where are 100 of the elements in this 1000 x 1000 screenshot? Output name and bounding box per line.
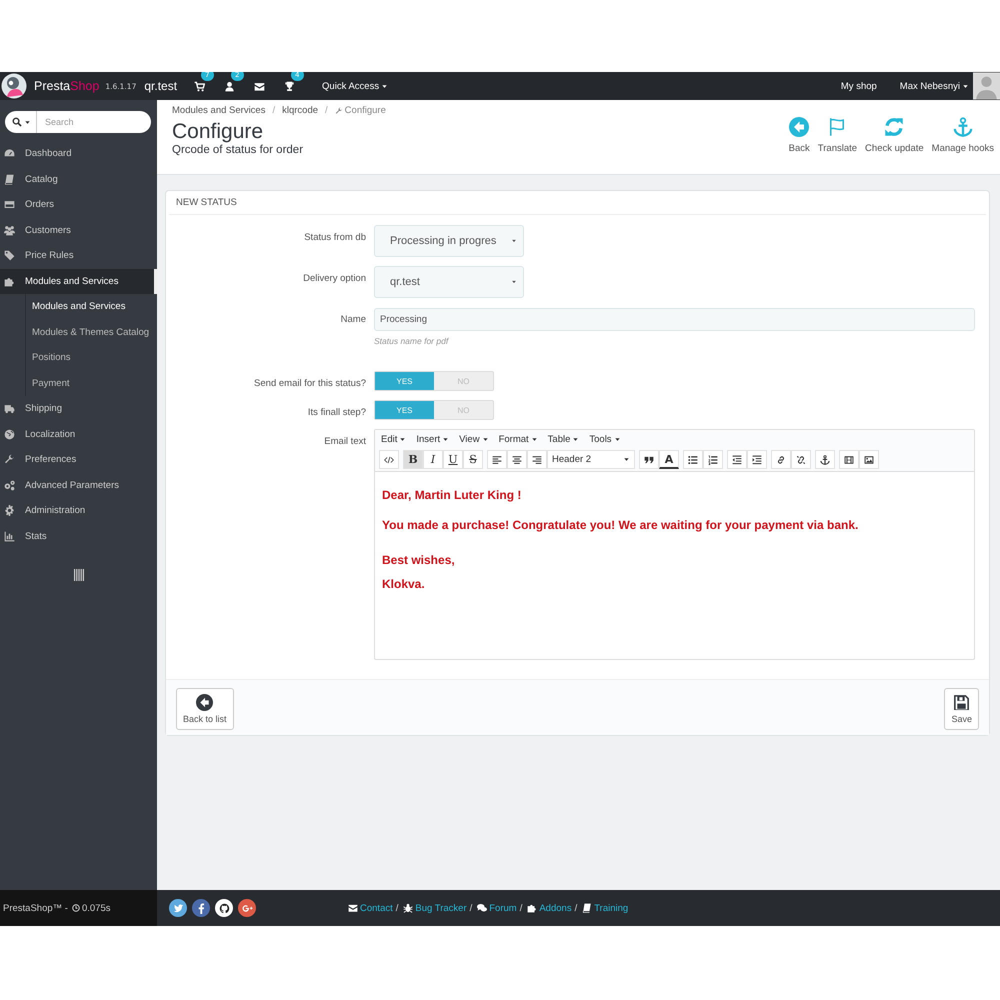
collapse-sidebar-icon[interactable] — [74, 569, 84, 581]
user-avatar[interactable] — [973, 72, 1000, 100]
text-input[interactable]: Processing — [374, 308, 975, 331]
sidebar-menu-item[interactable]: Preferences — [0, 447, 157, 472]
editor-link-button[interactable] — [771, 450, 791, 469]
breadcrumb-link[interactable]: Modules and Services — [172, 105, 266, 116]
footer-link[interactable]: Contact — [360, 902, 393, 914]
sidebar-menu-item[interactable]: Advanced Parameters — [0, 472, 157, 498]
editor-image-button[interactable] — [859, 450, 879, 469]
editor-menu[interactable]: Format — [498, 434, 538, 445]
editor-anchor-button[interactable] — [815, 450, 835, 469]
email-text-line: Klokva. — [382, 576, 426, 593]
page-title: Configure — [172, 120, 264, 144]
editor-color-button[interactable]: A — [659, 450, 679, 469]
toolbar-action-button[interactable]: Check update — [865, 117, 924, 157]
format-dropdown[interactable]: Header 2 — [547, 450, 635, 469]
caret-icon — [482, 436, 489, 443]
github-social-button[interactable] — [215, 899, 233, 917]
editor-menu[interactable]: Edit — [381, 434, 406, 445]
submenu-item[interactable]: Modules and Services — [26, 294, 157, 320]
toolbar-action-button[interactable]: Translate — [818, 117, 858, 157]
breadcrumb-link[interactable]: klqrcode — [282, 105, 318, 116]
editor-outdent-button[interactable] — [727, 450, 747, 469]
breadcrumb-separator: / — [325, 105, 328, 116]
mail-notification-button[interactable] — [254, 80, 268, 92]
caret-icon — [962, 82, 969, 90]
brand-logo-text: PrestaShop — [34, 79, 100, 93]
sidebar-menu-item[interactable]: Orders — [0, 192, 157, 218]
submenu-item[interactable]: Modules & Themes Catalog — [26, 320, 157, 345]
sidebar-menu-item[interactable]: Administration — [0, 498, 157, 524]
envelope-icon — [254, 80, 266, 92]
editor-strike-button[interactable]: S — [463, 450, 483, 469]
editor-align-right-button[interactable] — [527, 450, 547, 469]
sidebar-menu-item[interactable]: Modules and Services — [0, 268, 157, 294]
footer-link[interactable]: Addons — [539, 902, 572, 914]
editor-indent-button[interactable] — [747, 450, 767, 469]
select-dropdown[interactable]: Processing in progres — [374, 225, 524, 257]
editor-italic-button[interactable]: I — [423, 450, 443, 469]
search-field[interactable]: Search — [37, 111, 151, 133]
footer-brand-text: PrestaShop™ - — [3, 902, 68, 914]
cart-notification-button[interactable] — [194, 80, 208, 92]
back-to-list-button[interactable]: Back to list — [176, 688, 234, 730]
editor-align-center-button[interactable] — [507, 450, 527, 469]
select-dropdown[interactable]: qr.test — [374, 266, 524, 298]
cat-icon — [218, 902, 230, 914]
sidebar-menu-item[interactable]: Stats — [0, 524, 157, 549]
editor-numbers-button[interactable] — [703, 450, 723, 469]
email-text-line: You made a purchase! Congratulate you! We are waiting for your payment via bank. — [382, 518, 860, 533]
sidebar-menu-item[interactable]: Price Rules — [0, 243, 157, 268]
editor-bold-button[interactable]: B — [403, 450, 423, 469]
google-social-button[interactable] — [238, 899, 256, 917]
editor-menu[interactable]: View — [459, 434, 489, 445]
footer-link[interactable]: Bug Tracker — [415, 902, 467, 914]
image-icon — [864, 454, 874, 464]
sidebar-menu-item[interactable]: Catalog — [0, 166, 157, 192]
user-menu[interactable]: Max Nebesnyi — [900, 80, 969, 92]
editor-media-button[interactable] — [839, 450, 859, 469]
editor-code-button[interactable] — [379, 450, 399, 469]
sidebar-menu-item[interactable]: Localization — [0, 422, 157, 447]
field-label: Name — [340, 313, 367, 327]
field-label: Email text — [323, 435, 367, 449]
facebook-social-button[interactable] — [192, 899, 210, 917]
editor-menu[interactable]: Insert — [416, 434, 450, 445]
gears-icon — [4, 480, 15, 491]
quick-access-menu[interactable]: Quick Access — [322, 80, 388, 92]
twitter-social-button[interactable] — [169, 899, 187, 917]
editor-align-left-button[interactable] — [487, 450, 507, 469]
toolbar-action-button[interactable]: Back — [788, 117, 810, 157]
search-type-dropdown[interactable] — [5, 111, 37, 133]
footer-link[interactable]: Training — [594, 902, 628, 914]
email-text-line: Best wishes, — [382, 552, 456, 569]
sidebar-menu-item[interactable]: Dashboard — [0, 141, 157, 166]
panel-heading: NEW STATUS — [169, 191, 986, 215]
editor-bullets-button[interactable] — [683, 450, 703, 469]
editor-quote-button[interactable] — [639, 450, 659, 469]
submenu-item[interactable]: Positions — [26, 345, 157, 370]
toolbar-action-button[interactable]: Manage hooks — [932, 117, 994, 157]
link-separator: / — [396, 902, 398, 914]
g-plus-icon — [242, 902, 252, 914]
submenu-item[interactable]: Payment — [26, 370, 157, 396]
puzzle-icon — [4, 276, 15, 287]
save-button[interactable]: Save — [944, 688, 979, 730]
editor-unlink-button[interactable] — [791, 450, 811, 469]
wrench-icon — [334, 106, 343, 114]
sidebar-menu-item[interactable]: Customers — [0, 218, 157, 243]
my-shop-link[interactable]: My shop — [840, 80, 877, 92]
help-text: Status name for pdf — [374, 336, 450, 346]
align-left-icon — [492, 454, 502, 464]
field-label: Its finall step? — [306, 406, 367, 420]
editor-underline-button[interactable]: U — [443, 450, 463, 469]
shop-name-link[interactable]: qr.test — [144, 79, 178, 93]
breadcrumb-link[interactable]: Configure — [344, 105, 386, 116]
editor-menu[interactable]: Table — [548, 434, 580, 445]
film-icon — [844, 454, 854, 464]
sidebar-menu-item[interactable]: Shipping — [0, 396, 157, 422]
outdent-icon — [732, 454, 742, 464]
caret-icon — [530, 436, 538, 443]
editor-menu[interactable]: Tools — [589, 434, 621, 445]
footer-link[interactable]: Forum — [489, 902, 517, 914]
quote-icon — [644, 454, 654, 464]
